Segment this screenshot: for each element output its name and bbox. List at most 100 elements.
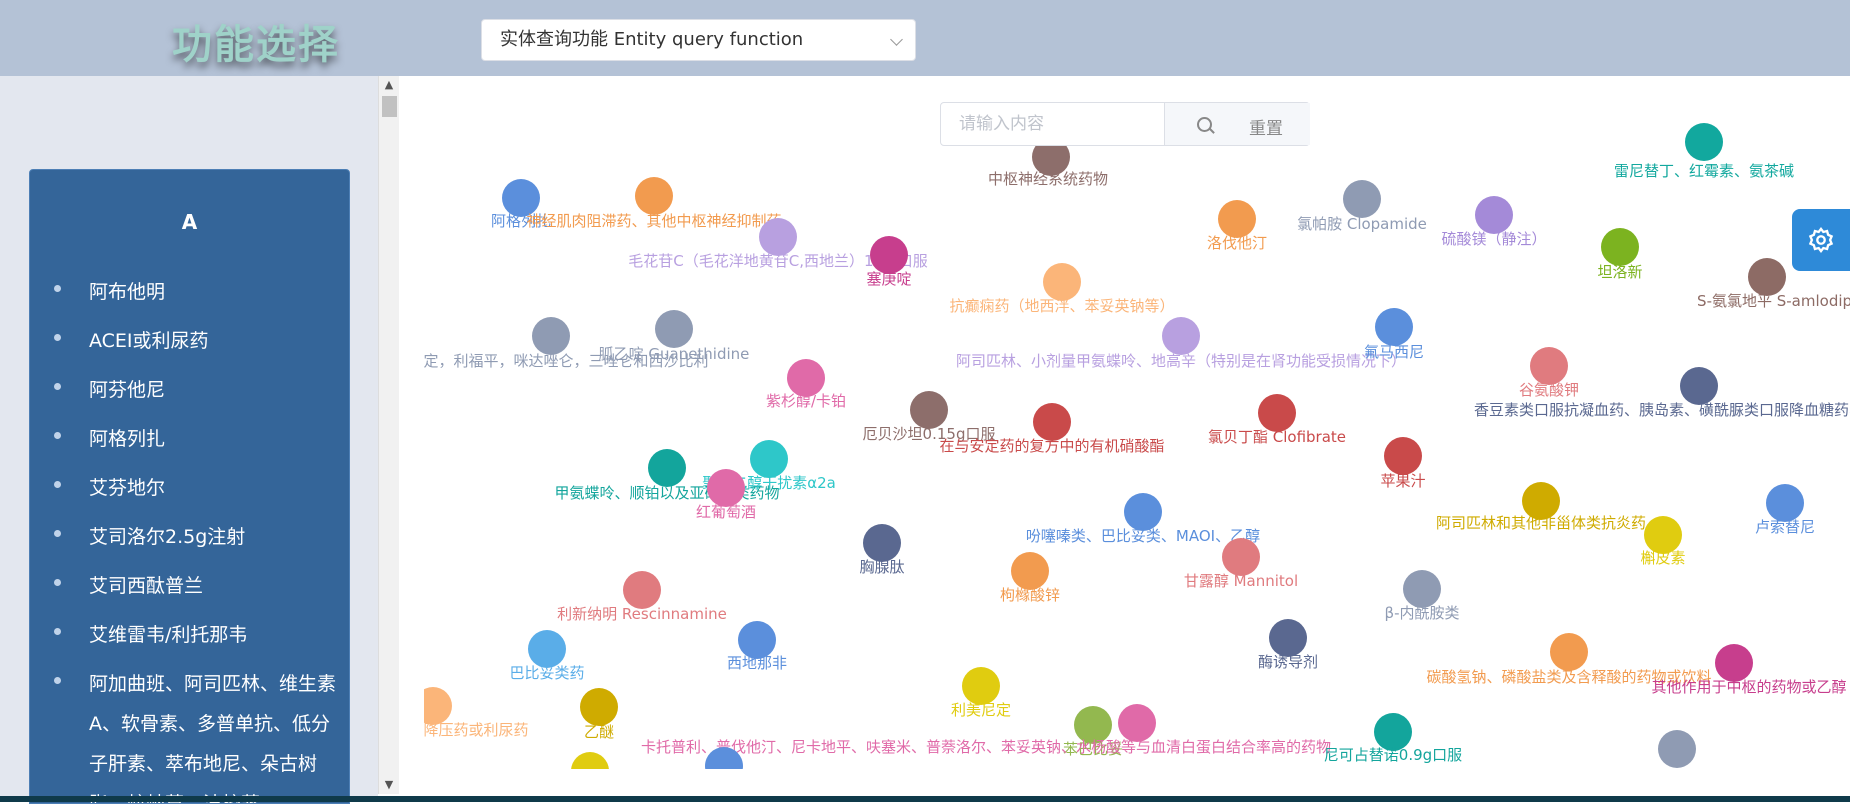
bullet-icon (54, 285, 61, 292)
bullet-icon (54, 432, 61, 439)
list-item[interactable]: 艾司洛尔2.5g注射 (30, 517, 349, 566)
graph-node[interactable] (1384, 437, 1422, 475)
search-icon[interactable] (1197, 117, 1212, 132)
graph-node[interactable] (870, 236, 908, 274)
bullet-icon (54, 677, 61, 684)
function-select[interactable]: 实体查询功能 Entity query function (481, 19, 916, 61)
graph-node-label: 吩噻嗪类、巴比妥类、MAOI、乙醇 (1025, 527, 1261, 545)
list-item[interactable]: 艾芬地尔 (30, 468, 349, 517)
list-item[interactable]: 阿芬他尼 (30, 370, 349, 419)
graph-node[interactable] (571, 752, 609, 769)
graph-node[interactable] (1011, 552, 1049, 590)
graph-node[interactable] (580, 688, 618, 726)
scroll-up-arrow-icon[interactable]: ▲ (379, 78, 399, 94)
scroll-down-arrow-icon[interactable]: ▼ (379, 778, 399, 794)
graph-node[interactable] (1748, 258, 1786, 296)
sidebar-scrollbar[interactable]: ▲ ▼ (378, 76, 399, 794)
graph-node-label: 乙醚 (583, 723, 615, 741)
graph-node[interactable] (623, 571, 661, 609)
graph-node-label: 利美尼定 (950, 701, 1012, 719)
graph-node-label: 西地那非 (726, 654, 788, 672)
graph-node-label: 氯帕胺 Clopamide (1297, 215, 1427, 233)
graph-node[interactable] (910, 391, 948, 429)
graph-node[interactable] (1222, 538, 1260, 576)
graph-node-label: 其他作用于中枢的药物或乙醇 (1651, 678, 1847, 696)
graph-node-label: 巴比妥类药 (509, 664, 585, 682)
bullet-icon (54, 334, 61, 341)
graph-node[interactable] (1162, 317, 1200, 355)
graph-node-label: 神经肌肉阻滞药、其他中枢神经抑制药 (526, 212, 782, 230)
graph-node[interactable] (1218, 200, 1256, 238)
graph-node[interactable] (424, 687, 452, 725)
relation-graph[interactable]: 中枢神经系统药物 雷尼替丁、红霉素、氨茶碱 阿格列扎 神经肌肉阻滞药、其他中枢神经抑制… (424, 76, 1850, 769)
graph-node[interactable] (1343, 180, 1381, 218)
list-item[interactable]: ACEI或利尿药 (30, 321, 349, 370)
graph-node-label: 谷氨酸钾 (1518, 381, 1580, 399)
graph-node-label: 卡托普利、普伐他汀、尼卡地平、呋塞米、普萘洛尔、苯妥英钠、水杨酸等与血清白蛋白结… (640, 738, 1332, 756)
graph-node-label: 降压药或利尿药 (424, 721, 529, 739)
function-select-value: 实体查询功能 Entity query function (500, 29, 804, 50)
graph-node-label: 利新纳明 Rescinnamine (557, 605, 727, 623)
section-letter: A (181, 210, 198, 234)
graph-node[interactable] (532, 317, 570, 355)
graph-node[interactable] (1550, 633, 1588, 671)
graph-node[interactable] (1403, 570, 1441, 608)
graph-node-label: 塞庚啶 (866, 270, 912, 288)
list-item[interactable]: 艾维雷韦/利托那韦 (30, 615, 349, 664)
bullet-icon (54, 481, 61, 488)
graph-node[interactable] (707, 469, 745, 507)
graph-node-label: 在与安定药的复方中的有机硝酸酯 (939, 437, 1165, 455)
graph-node[interactable] (1269, 619, 1307, 657)
graph-node-label: 槲皮素 (1640, 549, 1686, 567)
graph-node[interactable] (1124, 493, 1162, 531)
graph-node[interactable] (1375, 308, 1413, 346)
list-item[interactable]: 阿布他明 (30, 272, 349, 321)
drug-list: 阿布他明 ACEI或利尿药 阿芬他尼 阿格列扎 艾芬地尔 艾司洛尔2.5g注射 … (30, 272, 349, 803)
graph-node-label: 洛伐他汀 (1206, 234, 1268, 252)
graph-node[interactable] (1258, 394, 1296, 432)
list-item[interactable]: 阿加曲班、阿司匹林、维生素A、软骨素、多普单抗、低分子肝素、萃布地尼、朵古树脂、… (30, 664, 349, 803)
graph-node[interactable] (648, 449, 686, 487)
graph-node-label: 香豆素类口服抗凝血药、胰岛素、磺酰脲类口服降血糖药、甲氨蝶呤 (1473, 401, 1850, 419)
graph-node-label: 硫酸镁（静注） (1441, 230, 1547, 248)
graph-node[interactable] (863, 524, 901, 562)
graph-node-label: 尼可占替诺0.9g口服 (1323, 746, 1463, 764)
graph-node-label: 雷尼替丁、红霉素、氨茶碱 (1613, 162, 1795, 180)
graph-node[interactable] (759, 218, 797, 256)
graph-node-label: S-氨氯地平 S-amlodipine (1697, 292, 1850, 310)
settings-button[interactable] (1792, 209, 1850, 271)
bullet-icon (54, 579, 61, 586)
graph-node[interactable] (1685, 123, 1723, 161)
graph-node-label: 抗癫痫药（地西泮、苯妥英钠等） (949, 297, 1175, 315)
graph-node[interactable] (1658, 730, 1696, 768)
bottom-edge (0, 796, 1850, 802)
gear-icon (1808, 227, 1834, 253)
scrollbar-thumb[interactable] (382, 96, 397, 117)
search-actions: 重置 (1164, 103, 1310, 145)
graph-node[interactable] (1766, 484, 1804, 522)
list-item[interactable]: 阿格列扎 (30, 419, 349, 468)
graph-node[interactable] (528, 630, 566, 668)
graph-node[interactable] (1715, 644, 1753, 682)
top-header: 功能选择 实体查询功能 Entity query function (0, 0, 1850, 76)
graph-node[interactable] (655, 310, 693, 348)
graph-node[interactable] (1043, 263, 1081, 301)
graph-node[interactable] (1601, 228, 1639, 266)
drug-list-card: A 阿布他明 ACEI或利尿药 阿芬他尼 阿格列扎 艾芬地尔 艾司洛尔2.5g注… (29, 169, 350, 804)
graph-node-label: 胸腺肽 (859, 558, 905, 576)
graph-node-label: 苹果汁 (1380, 472, 1426, 490)
graph-node-label: β-内酰胺类 (1384, 604, 1460, 622)
graph-node-label: 胍乙啶 Guanethidine (598, 345, 750, 363)
graph-node[interactable] (1475, 196, 1513, 234)
graph-node[interactable] (635, 177, 673, 215)
reset-button[interactable]: 重置 (1249, 114, 1283, 139)
graph-node[interactable] (1118, 704, 1156, 742)
graph-node[interactable] (962, 667, 1000, 705)
graph-node-label: 坦洛新 (1597, 263, 1643, 281)
graph-node[interactable] (1530, 347, 1568, 385)
graph-node[interactable] (750, 440, 788, 478)
graph-node[interactable] (1033, 403, 1071, 441)
search-input[interactable] (941, 103, 1164, 145)
list-item[interactable]: 艾司西酞普兰 (30, 566, 349, 615)
graph-node[interactable] (1680, 367, 1718, 405)
